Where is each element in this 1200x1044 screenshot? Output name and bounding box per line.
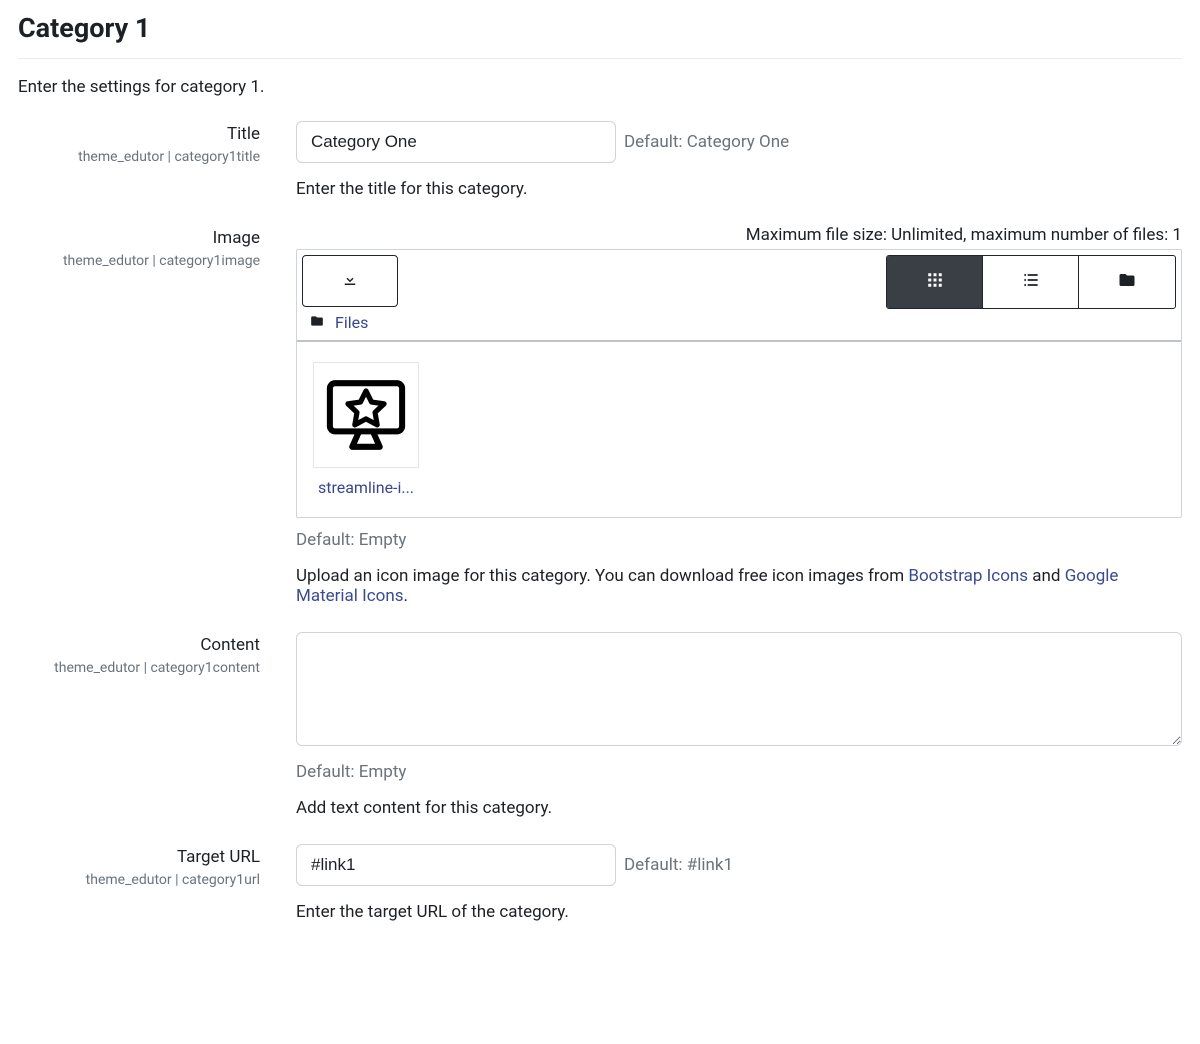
file-name: streamline-i... — [307, 478, 425, 497]
view-grid-button[interactable] — [887, 256, 983, 308]
section-heading: Category 1 — [18, 0, 1182, 59]
image-label: Image — [18, 227, 260, 251]
download-icon — [341, 270, 359, 292]
folder-small-icon — [309, 313, 325, 332]
bootstrap-icons-link[interactable]: Bootstrap Icons — [908, 566, 1028, 586]
list-icon — [1021, 270, 1041, 294]
view-list-button[interactable] — [983, 256, 1079, 308]
image-help-mid: and — [1028, 566, 1065, 586]
folder-icon — [1118, 271, 1136, 293]
file-thumbnail — [313, 362, 419, 468]
add-file-button[interactable] — [302, 255, 398, 307]
image-help-post: . — [404, 586, 408, 606]
image-help-pre: Upload an icon image for this category. … — [296, 566, 908, 586]
url-input[interactable] — [296, 844, 616, 886]
url-help: Enter the target URL of the category. — [296, 902, 1182, 922]
content-key: theme_edutor | category1content — [18, 660, 260, 676]
title-default: Default: Category One — [624, 132, 789, 152]
image-help: Upload an icon image for this category. … — [296, 566, 1182, 606]
content-textarea[interactable] — [296, 632, 1182, 746]
grid-icon — [926, 271, 944, 293]
file-manager: Files — [296, 249, 1182, 518]
url-label: Target URL — [18, 846, 260, 870]
section-intro: Enter the settings for category 1. — [18, 77, 1182, 97]
image-limits: Maximum file size: Unlimited, maximum nu… — [296, 225, 1182, 245]
view-tree-button[interactable] — [1079, 256, 1175, 308]
url-default: Default: #link1 — [624, 855, 733, 875]
file-tile[interactable]: streamline-i... — [307, 362, 425, 497]
title-input[interactable] — [296, 121, 616, 163]
url-key: theme_edutor | category1url — [18, 872, 260, 888]
image-key: theme_edutor | category1image — [18, 253, 260, 269]
content-help: Add text content for this category. — [296, 798, 1182, 818]
content-label: Content — [18, 634, 260, 658]
content-default: Default: Empty — [296, 762, 1182, 782]
title-label: Title — [18, 123, 260, 147]
title-key: theme_edutor | category1title — [18, 149, 260, 165]
title-help: Enter the title for this category. — [296, 179, 1182, 199]
view-toggle — [886, 255, 1176, 309]
breadcrumb-files-link[interactable]: Files — [335, 313, 368, 332]
image-default: Default: Empty — [296, 530, 1182, 550]
